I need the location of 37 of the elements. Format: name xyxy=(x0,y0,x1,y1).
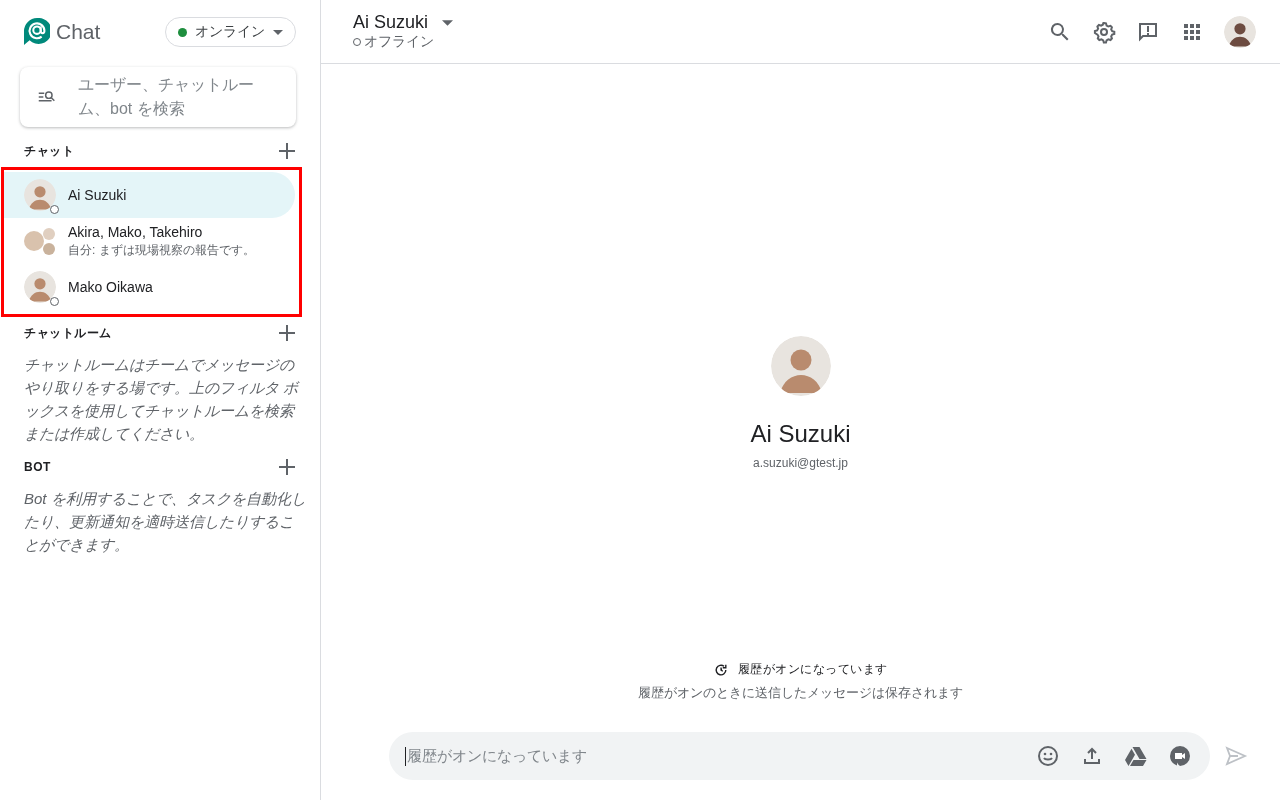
avatar xyxy=(24,271,56,303)
account-avatar[interactable] xyxy=(1224,15,1256,48)
section-description: チャットルームはチームでメッセージのやり取りをする場です。上のフィルタ ボックスを使用してチャットルームを検索または作成してください。 xyxy=(24,355,301,444)
drive-icon[interactable] xyxy=(1124,744,1148,768)
conversation-title[interactable]: Ai Suzuki xyxy=(353,12,454,33)
settings-icon[interactable] xyxy=(1092,19,1116,44)
app-title: Chat xyxy=(56,20,101,44)
chat-list-item[interactable]: Mako Oikawa xyxy=(4,264,295,310)
search-field[interactable]: ユーザー、チャットルーム、bot を検索 xyxy=(20,67,296,127)
add-icon[interactable] xyxy=(278,458,296,476)
section-title: チャット xyxy=(24,142,74,160)
group-avatar xyxy=(24,225,56,257)
presence-status: オフライン xyxy=(364,33,434,51)
chat-list-item[interactable]: Akira, Mako, Takehiro 自分: まずは現場視察の報告です。 xyxy=(4,218,295,264)
section-title: チャットルーム xyxy=(24,324,112,342)
video-call-icon[interactable] xyxy=(1168,744,1192,768)
history-icon xyxy=(713,662,728,677)
add-icon[interactable] xyxy=(278,324,296,342)
history-status: 履歴がオンになっています xyxy=(737,661,888,678)
chat-name: Mako Oikawa xyxy=(68,279,153,295)
history-note: 履歴がオンのときに送信したメッセージは保存されます xyxy=(638,684,963,702)
add-icon[interactable] xyxy=(278,142,296,160)
caret-icon[interactable] xyxy=(442,19,454,26)
section-description: Bot を利用することで、タスクを自動化したり、更新通知を適時送信したりすることができます。 xyxy=(24,489,306,555)
section-title: BOT xyxy=(24,460,51,474)
emoji-icon[interactable] xyxy=(1036,744,1060,768)
profile-avatar xyxy=(770,335,831,396)
chat-list-item[interactable]: Ai Suzuki xyxy=(4,172,295,218)
profile-name: Ai Suzuki xyxy=(750,419,851,448)
avatar xyxy=(24,179,56,211)
chat-name: Akira, Mako, Takehiro xyxy=(68,223,204,240)
message-preview: 自分: まずは現場視察の報告です。 xyxy=(68,241,255,259)
status-dropdown[interactable]: オンライン xyxy=(165,17,296,47)
chat-name: Ai Suzuki xyxy=(68,187,127,203)
chat-logo-icon xyxy=(24,18,50,46)
caret-icon[interactable] xyxy=(273,29,283,35)
profile-email: a.suzuki@gtest.jp xyxy=(753,455,848,470)
